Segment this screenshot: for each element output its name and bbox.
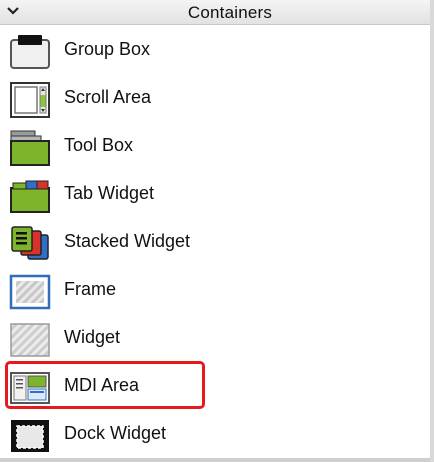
vertical-scrollbar[interactable] [430, 0, 434, 462]
item-label: Tool Box [64, 135, 134, 155]
widget-item-scroll-area[interactable]: Scroll Area [0, 74, 430, 122]
stacked-widget-icon [11, 226, 49, 260]
dock-widget-icon [11, 420, 49, 452]
widget-item-tool-box[interactable]: Tool Box [0, 122, 430, 170]
containers-category-header[interactable]: Containers [0, 0, 430, 25]
category-title: Containers [187, 3, 273, 22]
item-label: Group Box [64, 39, 151, 59]
widget-item-stacked-widget[interactable]: Stacked Widget [0, 218, 430, 266]
widget-item-dock-widget[interactable]: Dock Widget [0, 410, 430, 458]
mdi-area-highlight-box [5, 361, 205, 409]
group-box-icon [10, 35, 50, 69]
tab-widget-icon [10, 180, 50, 213]
item-label: Tab Widget [64, 183, 155, 203]
frame-icon [9, 274, 51, 310]
item-label: Stacked Widget [64, 231, 191, 251]
item-label: Frame [64, 279, 117, 299]
widget-item-tab-widget[interactable]: Tab Widget [0, 170, 430, 218]
scroll-area-icon [10, 82, 50, 118]
widget-item-frame[interactable]: Frame [0, 266, 430, 314]
panel-bottom-edge [0, 458, 430, 462]
widget-item-widget[interactable]: Widget [0, 314, 430, 362]
item-label: Widget [64, 327, 121, 347]
item-label: Scroll Area [64, 87, 152, 107]
widget-item-group-box[interactable]: Group Box [0, 26, 430, 74]
item-label: Dock Widget [64, 423, 167, 443]
tool-box-icon [10, 130, 50, 166]
widget-icon [10, 323, 50, 357]
